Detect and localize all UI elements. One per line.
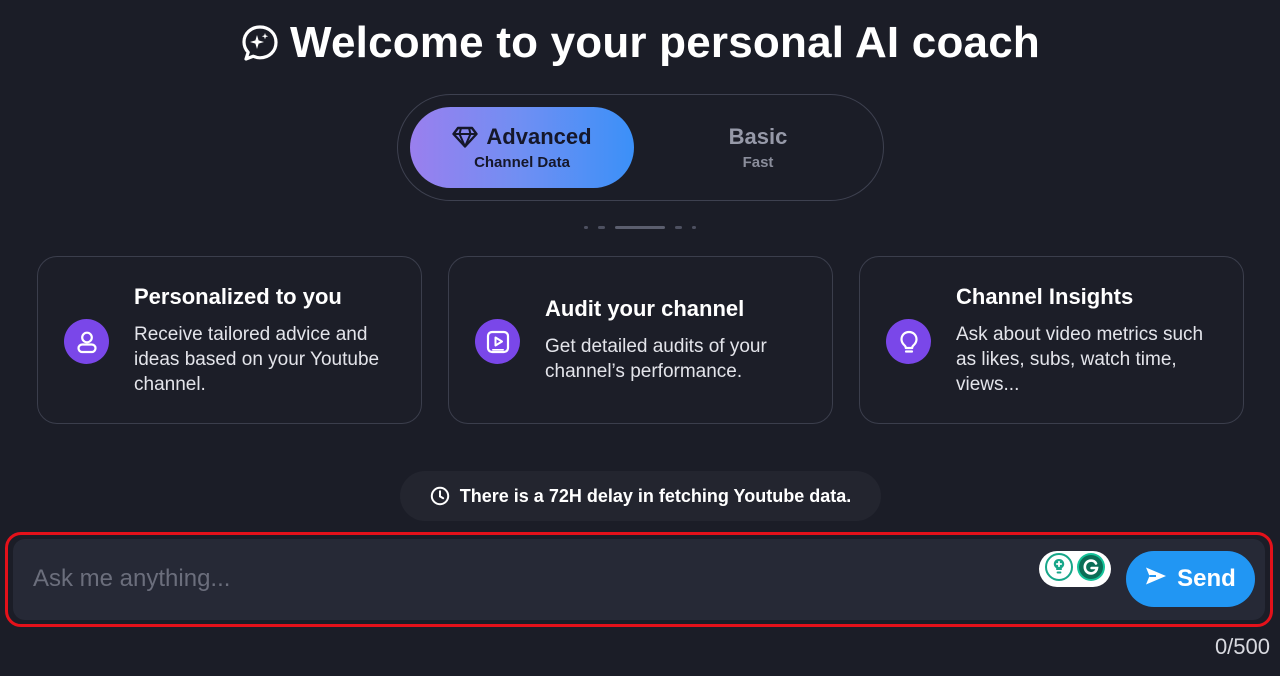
send-icon xyxy=(1145,565,1167,593)
page: Welcome to your personal AI coach Advanc… xyxy=(0,0,1280,676)
char-counter: 0/500 xyxy=(1214,634,1270,659)
lightbulb-icon xyxy=(886,319,931,364)
card-title: Audit your channel xyxy=(545,296,745,321)
send-button-label: Send xyxy=(1177,565,1236,592)
user-icon xyxy=(64,319,109,364)
card-title: Personalized to you xyxy=(134,283,342,309)
chat-input-container: Send xyxy=(13,539,1265,620)
pager-dot[interactable] xyxy=(692,226,696,229)
mode-basic-button[interactable]: Basic Fast xyxy=(646,107,870,188)
video-play-icon xyxy=(475,319,520,364)
pager-dot[interactable] xyxy=(675,226,682,229)
mode-advanced-label: Advanced xyxy=(486,124,592,149)
diamond-icon xyxy=(452,126,479,148)
pager-dot[interactable] xyxy=(598,226,605,229)
pager-dot-active[interactable] xyxy=(615,226,665,229)
lightbulb-icon[interactable] xyxy=(1044,552,1074,587)
mode-basic-sublabel: Fast xyxy=(742,154,774,171)
card-text: Ask about video metrics such as likes, s… xyxy=(956,323,1204,395)
mode-basic-label: Basic xyxy=(728,124,788,149)
carousel-pager xyxy=(0,226,1280,229)
feature-card-insights[interactable]: Channel Insights Ask about video metrics… xyxy=(859,256,1244,424)
delay-notice: There is a 72H delay in fetching Youtube… xyxy=(400,471,881,521)
page-header: Welcome to your personal AI coach xyxy=(0,18,1280,68)
send-button[interactable]: Send xyxy=(1126,551,1255,607)
grammarly-icon[interactable] xyxy=(1076,552,1106,587)
card-title: Channel Insights xyxy=(956,283,1134,309)
feature-card-personalized[interactable]: Personalized to you Receive tailored adv… xyxy=(37,256,422,424)
grammarly-widget[interactable] xyxy=(1039,551,1111,587)
mode-advanced-sublabel: Channel Data xyxy=(474,154,570,171)
feature-card-audit[interactable]: Audit your channel Get detailed audits o… xyxy=(448,256,833,424)
mode-toggle: Advanced Channel Data Basic Fast xyxy=(397,94,884,201)
clock-icon xyxy=(430,486,450,506)
card-text: Get detailed audits of your channel’s pe… xyxy=(545,336,767,382)
chat-input-highlight: Send xyxy=(5,532,1273,627)
delay-notice-text: There is a 72H delay in fetching Youtube… xyxy=(459,485,852,506)
pager-dot[interactable] xyxy=(584,226,588,229)
page-title: Welcome to your personal AI coach xyxy=(290,18,1040,67)
card-text: Receive tailored advice and ideas based … xyxy=(134,323,380,395)
chat-input[interactable] xyxy=(33,553,1013,605)
chat-sparkle-icon xyxy=(240,23,280,63)
mode-advanced-button[interactable]: Advanced Channel Data xyxy=(410,107,634,188)
